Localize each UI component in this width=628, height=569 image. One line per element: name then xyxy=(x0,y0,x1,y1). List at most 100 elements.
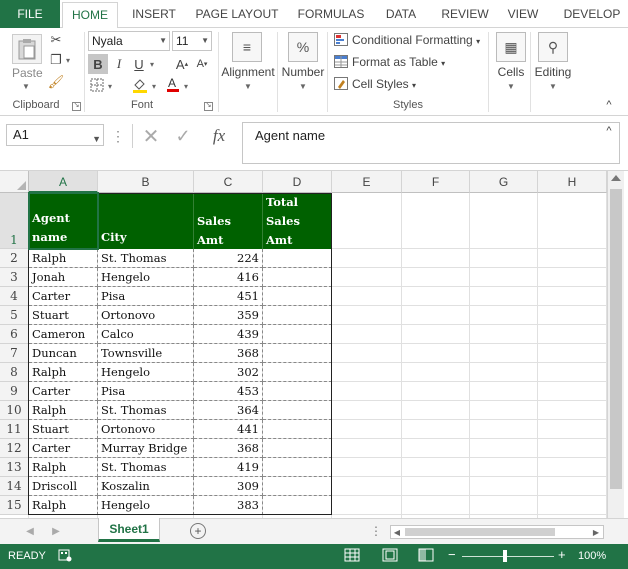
column-header-c[interactable]: C xyxy=(194,171,263,193)
formula-input[interactable]: Agent name xyxy=(242,122,620,164)
table-cell[interactable]: Murray Bridge xyxy=(98,439,194,458)
table-cell[interactable] xyxy=(263,287,332,306)
table-header-cell[interactable]: Total Sales Amt xyxy=(263,193,332,249)
cells-icon[interactable]: ▦ xyxy=(496,32,526,62)
expand-formula-bar-icon[interactable]: ^ xyxy=(602,124,616,138)
font-name-box[interactable]: Nyala ▼ xyxy=(88,31,170,51)
table-cell[interactable] xyxy=(263,344,332,363)
table-cell[interactable]: St. Thomas xyxy=(98,401,194,420)
number-button[interactable]: Number xyxy=(279,65,327,79)
underline-dropdown-icon[interactable]: ▾ xyxy=(150,60,154,69)
tab-split-handle-icon[interactable]: ⋮ xyxy=(370,523,382,539)
paste-dropdown-icon[interactable]: ▼ xyxy=(22,82,30,91)
table-cell[interactable]: 359 xyxy=(194,306,263,325)
table-cell[interactable]: Ralph xyxy=(29,249,98,268)
shrink-font-button[interactable]: A ▾ xyxy=(194,54,210,74)
row-header-14[interactable]: 14 xyxy=(0,477,29,496)
worksheet-grid[interactable]: A B C D E F G H 1 2 3 4 5 6 7 8 9 10 11 12 13 14 15 Agent name Ci… xyxy=(0,170,628,518)
horizontal-scroll-thumb[interactable] xyxy=(405,528,555,536)
editing-dropdown-icon[interactable]: ▼ xyxy=(549,82,557,91)
find-binoculars-icon[interactable]: ⚲ xyxy=(538,32,568,62)
table-cell[interactable]: 416 xyxy=(194,268,263,287)
tab-home[interactable]: HOME xyxy=(62,2,118,29)
table-cell[interactable]: Ralph xyxy=(29,401,98,420)
paste-icon[interactable] xyxy=(12,34,42,64)
borders-dropdown-icon[interactable]: ▾ xyxy=(108,82,112,91)
tab-review[interactable]: REVIEW xyxy=(434,0,496,28)
page-break-view-icon[interactable] xyxy=(418,548,434,565)
row-header-11[interactable]: 11 xyxy=(0,420,29,439)
conditional-formatting-icon[interactable] xyxy=(333,32,349,46)
table-cell[interactable]: Duncan xyxy=(29,344,98,363)
table-cell[interactable]: Jonah xyxy=(29,268,98,287)
table-cell[interactable]: Carter xyxy=(29,287,98,306)
row-header-1[interactable]: 1 xyxy=(0,193,29,249)
row-header-9[interactable]: 9 xyxy=(0,382,29,401)
column-header-g[interactable]: G xyxy=(470,171,538,193)
collapse-ribbon-icon[interactable]: ^ xyxy=(602,98,616,112)
format-painter-icon[interactable]: 🖌 xyxy=(48,74,65,90)
cut-icon[interactable]: ✂ xyxy=(48,32,64,48)
new-sheet-icon[interactable]: + xyxy=(190,523,206,539)
table-cell[interactable]: Ralph xyxy=(29,363,98,382)
table-cell[interactable]: Ortonovo xyxy=(98,420,194,439)
font-size-dropdown-icon[interactable]: ▼ xyxy=(201,32,209,50)
editing-button[interactable]: Editing xyxy=(532,65,574,79)
underline-button[interactable]: U xyxy=(130,54,148,74)
zoom-out-icon[interactable]: − xyxy=(448,547,456,562)
alignment-icon[interactable]: ≡ xyxy=(232,32,262,62)
table-cell[interactable]: Calco xyxy=(98,325,194,344)
font-launcher-icon[interactable]: ↘ xyxy=(204,102,213,111)
table-cell[interactable]: Hengelo xyxy=(98,363,194,382)
row-header-13[interactable]: 13 xyxy=(0,458,29,477)
table-header-cell[interactable]: City xyxy=(98,193,194,249)
row-header-8[interactable]: 8 xyxy=(0,363,29,382)
alignment-dropdown-icon[interactable]: ▼ xyxy=(244,82,252,91)
enter-check-icon[interactable]: ✓ xyxy=(172,124,194,148)
table-cell[interactable]: 439 xyxy=(194,325,263,344)
table-cell[interactable]: 453 xyxy=(194,382,263,401)
number-dropdown-icon[interactable]: ▼ xyxy=(299,82,307,91)
table-cell[interactable] xyxy=(263,306,332,325)
table-cell[interactable]: 383 xyxy=(194,496,263,515)
table-cell[interactable]: 302 xyxy=(194,363,263,382)
cell-styles-button[interactable]: Cell Styles ▾ xyxy=(352,77,416,91)
sheet-tab-sheet1[interactable]: Sheet1 xyxy=(98,518,160,542)
tab-formulas[interactable]: FORMULAS xyxy=(292,0,370,28)
table-cell[interactable]: Carter xyxy=(29,439,98,458)
table-cell[interactable] xyxy=(263,458,332,477)
cancel-icon[interactable]: ✕ xyxy=(140,124,162,148)
zoom-in-icon[interactable]: + xyxy=(558,547,566,562)
percent-icon[interactable]: % xyxy=(288,32,318,62)
zoom-slider-handle[interactable] xyxy=(503,550,507,562)
font-color-icon[interactable]: A xyxy=(164,74,182,94)
table-cell[interactable]: 309 xyxy=(194,477,263,496)
macro-record-icon[interactable] xyxy=(58,548,72,565)
grow-font-button[interactable]: A ▴ xyxy=(174,54,190,74)
tab-file[interactable]: FILE xyxy=(0,0,60,28)
fill-color-icon[interactable] xyxy=(130,76,150,94)
italic-button[interactable]: I xyxy=(110,54,128,74)
table-cell[interactable]: Cameron xyxy=(29,325,98,344)
column-header-d[interactable]: D xyxy=(263,171,332,193)
table-header-cell[interactable]: Sales Amt xyxy=(194,193,263,249)
cells-button[interactable]: Cells xyxy=(490,65,532,79)
borders-icon[interactable] xyxy=(88,76,106,94)
column-header-f[interactable]: F xyxy=(402,171,470,193)
table-cell[interactable]: 368 xyxy=(194,344,263,363)
row-header-6[interactable]: 6 xyxy=(0,325,29,344)
column-header-e[interactable]: E xyxy=(332,171,402,193)
insert-function-icon[interactable]: fx xyxy=(206,124,232,148)
table-cell[interactable]: Townsville xyxy=(98,344,194,363)
horizontal-scrollbar[interactable]: ◀ ▶ xyxy=(390,525,604,539)
page-layout-view-icon[interactable] xyxy=(382,548,398,565)
fill-color-dropdown-icon[interactable]: ▾ xyxy=(152,82,156,91)
scroll-left-icon[interactable]: ◀ xyxy=(392,527,402,537)
table-cell[interactable]: 224 xyxy=(194,249,263,268)
scroll-tabs-right-icon[interactable]: ▶ xyxy=(50,523,62,539)
column-header-b[interactable]: B xyxy=(98,171,194,193)
zoom-slider-track[interactable] xyxy=(462,556,554,557)
row-header-4[interactable]: 4 xyxy=(0,287,29,306)
row-header-12[interactable]: 12 xyxy=(0,439,29,458)
row-header-2[interactable]: 2 xyxy=(0,249,29,268)
